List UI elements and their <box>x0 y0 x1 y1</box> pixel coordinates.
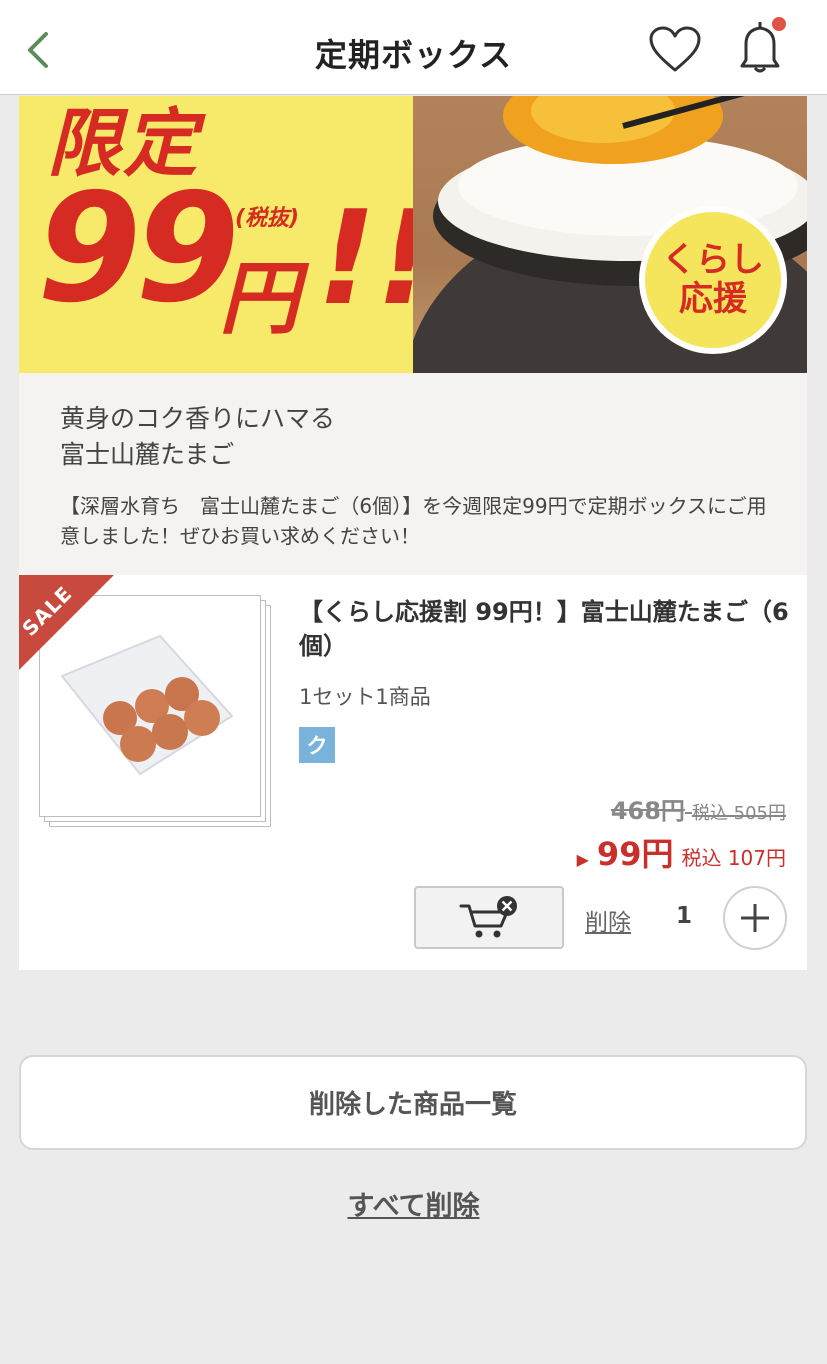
page-title: 定期ボックス <box>314 36 513 74</box>
banner-price: 99 <box>37 162 240 336</box>
cart-remove-icon <box>459 895 517 937</box>
sale-price-tax: 税込 107円 <box>681 846 786 870</box>
promo-title-line1: 黄身のコク香りにハマる <box>60 404 336 433</box>
quantity-value: 1 <box>676 903 693 929</box>
delete-all-link[interactable]: すべて削除 <box>0 1184 827 1223</box>
sale-price: ▶ 99円 税込 107円 <box>577 829 786 875</box>
plus-icon <box>741 904 769 932</box>
promo-description: 黄身のコク香りにハマる 富士山麓たまご 【深層水育ち 富士山麓たまご（6個）】を… <box>19 373 807 575</box>
remove-from-cart-button[interactable] <box>414 886 564 949</box>
badge-line2: 応援 <box>679 279 747 319</box>
notification-badge <box>772 17 786 31</box>
delete-link[interactable]: 削除 <box>585 903 631 937</box>
kurashi-ouen-badge: くらし 応援 <box>639 206 787 354</box>
promo-body: 【深層水育ち 富士山麓たまご（6個）】を今週限定99円で定期ボックスにご用意しま… <box>60 494 767 548</box>
banner-yen: 円 <box>219 252 299 345</box>
original-price-tax: 税込 505円 <box>691 803 786 824</box>
product-set-info: 1セット1商品 <box>299 685 431 709</box>
deleted-items-button[interactable]: 削除した商品一覧 <box>19 1055 807 1150</box>
banner-text-panel: 限定 99 (税抜) 円 !! <box>19 96 436 373</box>
heart-icon[interactable] <box>648 26 702 74</box>
banner-tax-note: (税抜) <box>235 206 300 231</box>
badge-line1: くらし <box>662 239 764 280</box>
original-price: 468円 税込 505円 <box>611 791 786 826</box>
product-card: SALE 【くらし応援割 99円！】富士山麓たまご（6個） 1セット1商品 ク … <box>19 575 807 970</box>
price-arrow-icon: ▶ <box>576 850 589 869</box>
sale-ribbon: SALE <box>19 575 114 670</box>
original-price-value: 468円 <box>610 797 685 825</box>
top-nav-bar: 定期ボックス <box>0 0 827 95</box>
increase-quantity-button[interactable] <box>723 886 787 950</box>
promo-title-line2: 富士山麓たまご <box>60 440 235 469</box>
promo-title: 黄身のコク香りにハマる 富士山麓たまご <box>60 401 335 473</box>
product-name[interactable]: 【くらし応援割 99円！】富士山麓たまご（6個） <box>299 595 789 663</box>
sale-price-value: 99円 <box>596 835 674 873</box>
product-tag: ク <box>299 727 335 763</box>
promo-banner[interactable]: 限定 99 (税抜) 円 !! くらし 応援 <box>19 96 807 373</box>
